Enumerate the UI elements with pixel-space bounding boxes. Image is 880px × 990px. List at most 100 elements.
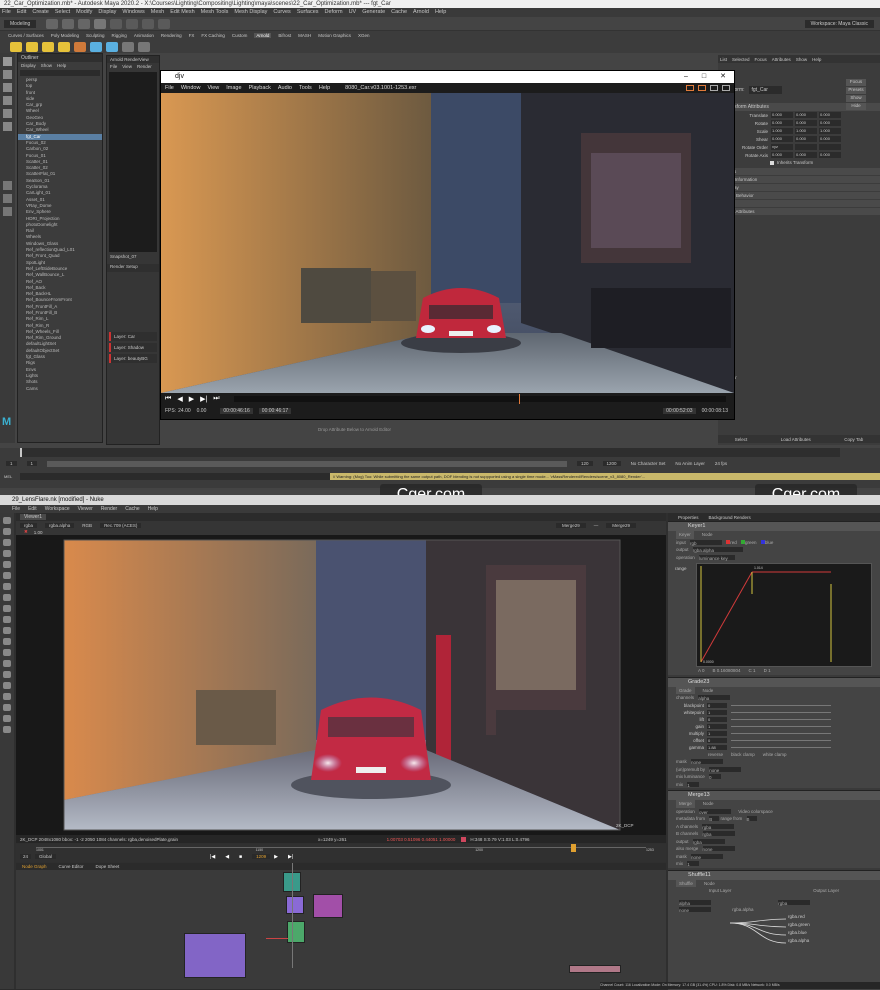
particles-tool-icon[interactable]: [3, 627, 11, 634]
ae-attr-field[interactable]: 0.000: [771, 112, 793, 118]
merge-mix[interactable]: 1: [687, 861, 700, 867]
grade-row-value[interactable]: 1: [707, 723, 727, 729]
nuke-stop-icon[interactable]: ■: [239, 854, 242, 860]
grade-row-value[interactable]: 1: [707, 730, 727, 736]
mode-selector[interactable]: Modeling: [4, 19, 37, 28]
keyer-range-graph[interactable]: range 1.014 0.0000: [675, 563, 872, 667]
shelf-tab[interactable]: Poly Modeling: [51, 33, 79, 38]
merge-mask[interactable]: none: [691, 853, 724, 860]
close-icon[interactable]: ✕: [720, 71, 726, 83]
rotate-tool-icon[interactable]: [3, 109, 12, 118]
viewer-frame[interactable]: 2K_DCP: [16, 535, 666, 835]
maya-menu-windows[interactable]: Windows: [122, 9, 144, 15]
ae-collapsed-section[interactable]: UUID: [718, 200, 880, 207]
area-light-icon[interactable]: [26, 41, 38, 52]
arv-menu-item[interactable]: View: [122, 64, 132, 69]
maya-menu-curves[interactable]: Curves: [273, 9, 290, 15]
fullscreen-icon[interactable]: [698, 85, 706, 91]
cara-tool-icon[interactable]: [3, 704, 11, 711]
grade-row-slider[interactable]: [731, 725, 831, 727]
ae-button[interactable]: Presets: [846, 87, 866, 94]
nuke-play-back-icon[interactable]: ◀: [225, 854, 229, 860]
misc-tool-icon[interactable]: [3, 715, 11, 722]
keyer-output[interactable]: rgba.alpha: [692, 547, 743, 553]
ae-attr-field[interactable]: 1.000: [771, 128, 793, 134]
djv-current-time[interactable]: 00:00:52:03: [663, 408, 696, 414]
anim-layer[interactable]: No Anim Layer: [675, 461, 705, 466]
ae-footer-button[interactable]: Select: [735, 437, 748, 442]
ae-attr-field[interactable]: xyz: [771, 144, 793, 150]
node-graph-tab[interactable]: Curve Editor: [59, 864, 84, 869]
nuke-menu-item[interactable]: Viewer: [78, 505, 93, 513]
display-channels-dropdown[interactable]: RGB: [82, 523, 92, 528]
ae-collapsed-section[interactable]: Extra Attributes: [718, 208, 880, 215]
nuke-menu-item[interactable]: Edit: [28, 505, 37, 513]
node-merge[interactable]: [313, 894, 343, 918]
djv-timeline[interactable]: [233, 394, 726, 404]
shelf-tab[interactable]: Sculpting: [86, 33, 105, 38]
node-property-tab[interactable]: Merge: [676, 800, 695, 808]
input-a-dropdown[interactable]: Merge29: [555, 522, 586, 528]
shelf-tab[interactable]: Rendering: [161, 33, 182, 38]
current-frame-field[interactable]: 1209: [252, 854, 271, 859]
merge-metadata-from[interactable]: B: [709, 816, 720, 822]
grade-row-slider[interactable]: [731, 704, 831, 706]
keyer-input[interactable]: rgb: [690, 539, 723, 546]
grade-name[interactable]: Grade23: [668, 677, 880, 687]
ae-tab[interactable]: Attributes: [772, 57, 791, 62]
shelf-tab[interactable]: FX: [189, 33, 195, 38]
merge-a-channels[interactable]: rgba: [702, 823, 735, 830]
shelf-tab[interactable]: MASH: [298, 33, 311, 38]
shelf-tab[interactable]: Curves / Surfaces: [8, 33, 44, 38]
single-view-icon[interactable]: [3, 181, 12, 190]
djv-menu-item[interactable]: Window: [181, 83, 201, 93]
time-slider-playhead[interactable]: [20, 448, 22, 457]
ae-attr-field[interactable]: 0.000: [795, 152, 817, 158]
new-scene-icon[interactable]: [46, 18, 59, 29]
ae-attr-field[interactable]: 0.000: [819, 120, 841, 126]
draw-tool-icon[interactable]: [3, 528, 11, 535]
node-graph-tab[interactable]: Dope Sheet: [96, 864, 120, 869]
standin-icon[interactable]: [106, 41, 118, 52]
viewer-lut-dropdown[interactable]: Rec.709 (ACES): [100, 522, 142, 528]
maya-menu-mesh-display[interactable]: Mesh Display: [234, 9, 267, 15]
paint-tool-icon[interactable]: [3, 83, 12, 92]
ae-tab[interactable]: Help: [812, 57, 821, 62]
current-frame[interactable]: 1: [26, 461, 38, 466]
merge-tool-icon[interactable]: [3, 594, 11, 601]
node-property-tab[interactable]: Shuffle: [676, 879, 696, 887]
grade-mix[interactable]: 1: [687, 781, 700, 788]
maya-menu-generate[interactable]: Generate: [362, 9, 385, 15]
shelf-tab[interactable]: Animation: [134, 33, 154, 38]
keyer-name[interactable]: Keyer1: [668, 522, 880, 531]
skip-end-icon[interactable]: ⏭: [213, 395, 219, 403]
djv-playhead[interactable]: [519, 394, 521, 404]
ae-footer-button[interactable]: Copy Tab: [844, 437, 863, 442]
select-by-hierarchy-icon[interactable]: [94, 18, 107, 29]
character-set[interactable]: No Character Set: [631, 461, 666, 466]
maya-menu-uv[interactable]: UV: [349, 9, 357, 15]
grade-checkbox[interactable]: black clamp: [731, 751, 755, 759]
shelf-tab[interactable]: Arnold: [254, 33, 272, 38]
viewer-tab[interactable]: Viewer1: [20, 514, 46, 520]
djv-menu-item[interactable]: Help: [319, 83, 330, 93]
maya-menu-create[interactable]: Create: [32, 9, 49, 15]
ae-attr-field[interactable]: 0.000: [795, 136, 817, 142]
maximize-icon[interactable]: □: [702, 71, 706, 83]
grade-mix-luminance[interactable]: 0: [709, 774, 722, 780]
viewer-zoom[interactable]: 1.00: [34, 530, 43, 535]
grade-row-slider[interactable]: [731, 746, 831, 748]
shuffle-input-2[interactable]: none: [679, 907, 711, 913]
frame-ruler[interactable]: 1001 1150 1200 1253: [36, 844, 654, 852]
time-tool-icon[interactable]: [3, 539, 11, 546]
step-back-icon[interactable]: ◀: [177, 395, 182, 403]
nuke-play-icon[interactable]: ▶: [274, 854, 278, 860]
channels-icon[interactable]: [710, 85, 718, 91]
ae-attr-field[interactable]: 0.000: [771, 120, 793, 126]
save-scene-icon[interactable]: [78, 18, 91, 29]
node-shuffle[interactable]: [287, 921, 305, 943]
nuke-menu-item[interactable]: File: [12, 505, 20, 513]
maya-menu-mesh[interactable]: Mesh: [151, 9, 164, 15]
grade-channels[interactable]: alpha: [698, 695, 731, 701]
djv-out-point[interactable]: 00:00:46:17: [258, 408, 292, 414]
